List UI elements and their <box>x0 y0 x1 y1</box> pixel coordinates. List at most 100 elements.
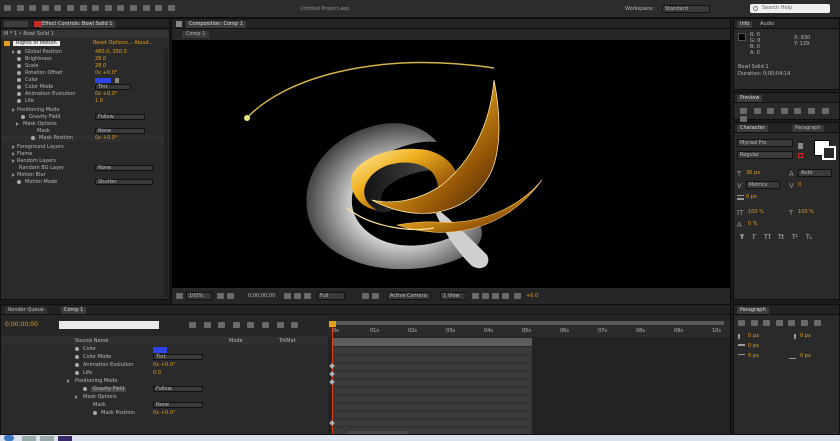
eyedropper-icon[interactable] <box>798 143 803 149</box>
timeline-comp-tab[interactable]: Comp 1 <box>61 307 87 314</box>
composition-viewport[interactable] <box>172 40 730 288</box>
baseline-value[interactable]: 0 px <box>746 195 757 200</box>
draft-3d-icon[interactable] <box>203 322 211 328</box>
prop-value[interactable]: 0x +0.0° <box>95 136 117 141</box>
taskbar-app-icon[interactable] <box>22 436 36 441</box>
expand-triangle-icon[interactable] <box>16 122 19 126</box>
views-select[interactable]: 1 View <box>440 292 466 300</box>
prop-value[interactable]: 1.0 <box>95 99 103 104</box>
fast-previews-icon[interactable] <box>482 293 489 299</box>
stopwatch-icon[interactable] <box>75 363 79 367</box>
snapshot-icon[interactable] <box>284 293 291 299</box>
composition-breadcrumb[interactable]: Comp 1 <box>182 31 210 38</box>
camera-tool-icon[interactable] <box>54 5 62 11</box>
roi-icon[interactable] <box>362 293 369 299</box>
prop-select[interactable]: Shutter <box>95 179 153 185</box>
first-frame-icon[interactable] <box>740 108 747 114</box>
hand-tool-icon[interactable] <box>16 5 24 11</box>
expand-triangle-icon[interactable] <box>12 159 15 163</box>
no-fill-icon[interactable] <box>798 153 803 158</box>
vscale-value[interactable]: 100 % <box>748 210 764 215</box>
text-tool-icon[interactable] <box>104 5 112 11</box>
current-time-handle[interactable] <box>329 321 336 327</box>
layer-duration-bar[interactable] <box>332 338 532 346</box>
selection-tool-icon[interactable] <box>4 5 11 11</box>
prop-value[interactable]: 28.0 <box>95 64 106 69</box>
superscript-button[interactable]: T¹ <box>792 235 798 241</box>
prop-select[interactable]: Follow <box>95 114 145 120</box>
indent-right-value[interactable]: 0 px <box>800 334 811 339</box>
zoom-select[interactable]: 100% <box>186 292 212 300</box>
effect-controls-tab[interactable]: Effect Controls: Bowl Solid 1 <box>39 21 116 28</box>
frame-blending-icon[interactable] <box>232 322 240 328</box>
exposure-value[interactable]: +0.0 <box>526 294 538 299</box>
rotate-tool-icon[interactable] <box>41 5 49 11</box>
exposure-reset-icon[interactable] <box>514 293 521 299</box>
justify-center-icon[interactable] <box>788 320 796 326</box>
eraser-tool-icon[interactable] <box>142 5 150 11</box>
timeline-zoom-bar[interactable] <box>348 431 408 434</box>
show-snapshot-icon[interactable] <box>294 293 301 299</box>
timeline-search-field[interactable] <box>59 321 159 329</box>
project-tab-icon[interactable] <box>4 21 28 27</box>
indent-left-value[interactable]: 0 px <box>748 334 759 339</box>
grid-icon[interactable] <box>217 293 224 299</box>
stopwatch-icon[interactable] <box>75 371 79 375</box>
expand-triangle-icon[interactable] <box>75 395 78 399</box>
space-before-value[interactable]: 0 px <box>748 354 759 359</box>
eyedropper-icon[interactable] <box>115 78 119 83</box>
expand-triangle-icon[interactable] <box>12 145 15 149</box>
prop-value[interactable]: 0x +0.0° <box>95 71 117 76</box>
search-help-field[interactable]: Search Help <box>750 4 830 13</box>
align-right-icon[interactable] <box>763 320 771 326</box>
effect-name[interactable]: Rights of Motion <box>13 41 60 46</box>
toggle-pixel-aspect-icon[interactable] <box>472 293 479 299</box>
hscale-value[interactable]: 100 % <box>798 210 814 215</box>
prop-value[interactable]: 0x +0.0° <box>95 92 117 97</box>
pen-tool-icon[interactable] <box>92 5 100 11</box>
leading-select[interactable]: Auto <box>798 169 832 177</box>
prop-select[interactable]: None <box>95 165 153 171</box>
font-family-select[interactable]: Myriad Pro <box>737 139 793 147</box>
effect-links[interactable]: Reset Options... About... <box>93 41 154 46</box>
expand-triangle-icon[interactable] <box>67 379 70 383</box>
stroke-color-swatch[interactable] <box>822 146 836 160</box>
subscript-button[interactable]: T₁ <box>806 235 812 241</box>
flowchart-icon[interactable] <box>502 293 509 299</box>
comp-timecode[interactable]: 0;00;00;00 <box>248 294 275 299</box>
all-caps-button[interactable]: TT <box>764 235 771 241</box>
resolution-select[interactable]: Full <box>317 292 345 300</box>
stopwatch-icon[interactable] <box>83 387 87 391</box>
expand-triangle-icon[interactable] <box>12 173 15 177</box>
render-queue-tab[interactable]: Render Queue <box>5 307 47 314</box>
timeline-prop-select[interactable]: None <box>153 402 203 408</box>
prop-select[interactable]: None <box>95 128 145 134</box>
timeline-prop-value[interactable]: 0.0 <box>153 371 161 376</box>
color-swatch[interactable] <box>95 78 111 83</box>
font-size-value[interactable]: 36 px <box>746 171 760 176</box>
expand-triangle-icon[interactable] <box>12 108 15 112</box>
prop-value[interactable]: 28.0 <box>95 57 106 62</box>
puppet-tool-icon[interactable] <box>167 5 175 11</box>
motion-blur-icon[interactable] <box>247 322 255 328</box>
zoom-tool-icon[interactable] <box>29 5 37 11</box>
last-frame-icon[interactable] <box>794 108 802 114</box>
previous-frame-icon[interactable] <box>753 108 761 114</box>
align-left-icon[interactable] <box>738 320 745 326</box>
timeline-prop-value[interactable]: 0x +0.0° <box>153 411 175 416</box>
prop-value[interactable]: 480.0, 350.0 <box>95 50 127 55</box>
always-preview-icon[interactable] <box>176 293 183 299</box>
faux-italic-button[interactable]: T <box>752 235 756 241</box>
audio-tab[interactable]: Audio <box>760 22 774 27</box>
brainstorm-icon[interactable] <box>261 322 269 328</box>
transparency-grid-icon[interactable] <box>372 293 379 299</box>
graph-editor-icon[interactable] <box>291 322 299 328</box>
stopwatch-icon[interactable] <box>75 355 79 359</box>
stopwatch-icon[interactable] <box>21 115 25 119</box>
stopwatch-icon[interactable] <box>93 411 97 415</box>
expand-triangle-icon[interactable] <box>12 50 15 54</box>
pan-behind-tool-icon[interactable] <box>66 5 74 11</box>
font-style-select[interactable]: Regular <box>737 151 793 159</box>
motion-path-start-point[interactable] <box>244 115 250 121</box>
taskbar-app-icon[interactable] <box>40 436 54 441</box>
